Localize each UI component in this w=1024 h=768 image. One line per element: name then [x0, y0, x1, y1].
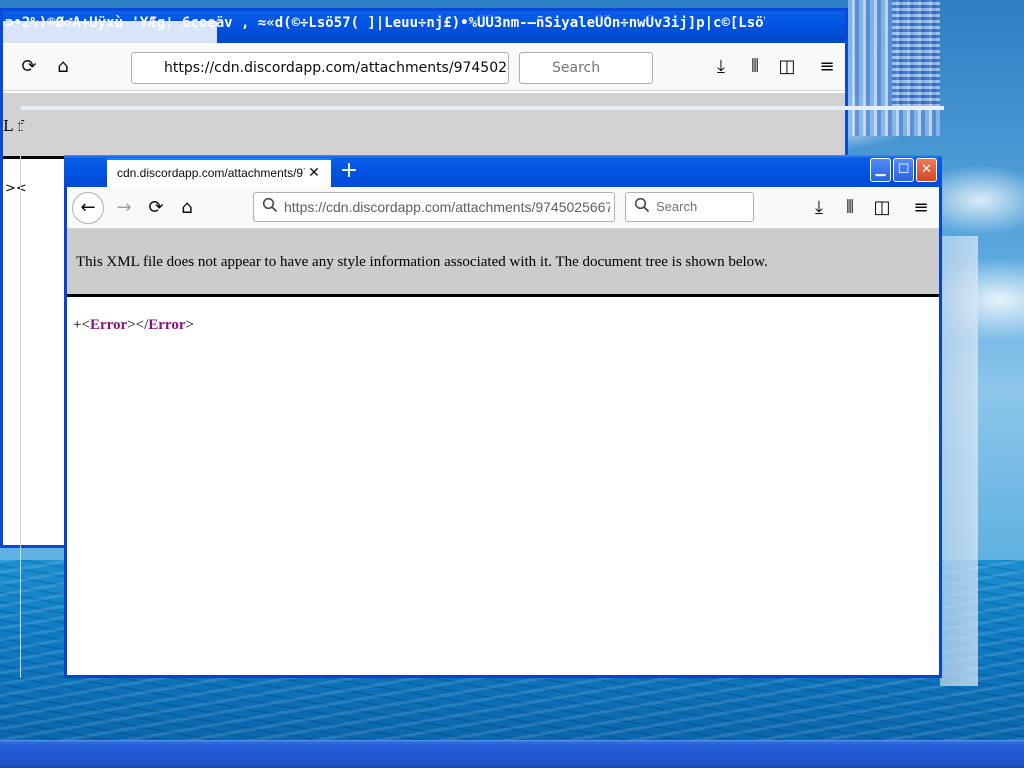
background-window-titlebar[interactable]: ⊃•2%)®Ø♂A÷Uÿxù 'YÆg¦ 6coeäv , ≈«d(©÷Lsö5…	[3, 11, 845, 45]
open-tag-gt: >	[127, 317, 136, 333]
menu-icon[interactable]: ≡	[905, 192, 937, 224]
maximize-button[interactable]: ☐	[893, 158, 914, 182]
background-sidebar-icon[interactable]: ◫	[771, 51, 803, 83]
stacked-window-edge	[940, 236, 978, 686]
background-download-icon[interactable]: ⤓	[705, 51, 737, 83]
browser-window[interactable]: cdn.discordapp.com/attachments/974502566…	[64, 155, 942, 678]
search-icon	[632, 197, 652, 217]
new-tab-button[interactable]: +	[338, 158, 360, 184]
background-reload-icon[interactable]: ⟳	[13, 51, 45, 83]
background-library-icon[interactable]: ⫴	[739, 51, 771, 83]
sidebar-icon[interactable]: ◫	[866, 192, 898, 224]
minimize-button[interactable]: ▁	[870, 158, 891, 182]
search-placeholder: Search	[656, 199, 698, 214]
tab-title: cdn.discordapp.com/attachments/974502566…	[117, 166, 305, 180]
taskbar[interactable]	[0, 740, 1024, 768]
background-menu-icon[interactable]: ≡	[811, 51, 843, 83]
navigation-toolbar: ← → ⟳ ⌂ https://cdn.discordapp.com/attac…	[67, 187, 939, 229]
url-text[interactable]: https://cdn.discordapp.com/attachments/9…	[284, 199, 610, 217]
background-search-bar[interactable]: Search	[519, 52, 653, 84]
library-icon[interactable]: ⫴	[834, 192, 866, 224]
glitch-artifact	[892, 0, 940, 110]
xml-document-tree: +<Error></Error>	[73, 317, 194, 334]
background-home-icon[interactable]: ⌂	[47, 51, 79, 83]
url-bar[interactable]: https://cdn.discordapp.com/attachments/9…	[253, 192, 615, 222]
forward-button[interactable]: →	[108, 192, 140, 224]
home-button[interactable]: ⌂	[171, 192, 203, 224]
search-input[interactable]: Search	[625, 192, 754, 222]
background-toolbar: ⟳ ⌂ https://cdn.discordapp.com/attachmen…	[3, 45, 845, 91]
xml-tag-name: Error	[89, 317, 128, 333]
close-tag-lt: </	[135, 317, 149, 333]
download-icon[interactable]: ⤓	[803, 192, 835, 224]
close-button[interactable]: ✕	[916, 158, 937, 182]
search-icon	[260, 197, 280, 217]
background-window-title: ⊃•2%)®Ø♂A÷Uÿxù 'YÆg¦ 6coeäv , ≈«d(©÷Lsö5…	[5, 15, 765, 31]
tab-active[interactable]: cdn.discordapp.com/attachments/974502566…	[107, 158, 331, 188]
tab-close-icon[interactable]: ✕	[306, 164, 322, 182]
back-button[interactable]: ←	[72, 192, 104, 224]
window-titlebar[interactable]: cdn.discordapp.com/attachments/974502566…	[64, 155, 942, 188]
open-tag-lt: <	[81, 317, 90, 333]
xml-close-tag-name: Error	[148, 317, 186, 333]
close-tag-gt: >	[185, 317, 194, 333]
xml-notice-text: This XML file does not appear to have an…	[76, 254, 768, 270]
background-url-bar[interactable]: https://cdn.discordapp.com/attachments/9…	[131, 52, 509, 84]
xml-info-banner: This XML file does not appear to have an…	[67, 229, 939, 297]
reload-button[interactable]: ⟳	[140, 192, 172, 224]
